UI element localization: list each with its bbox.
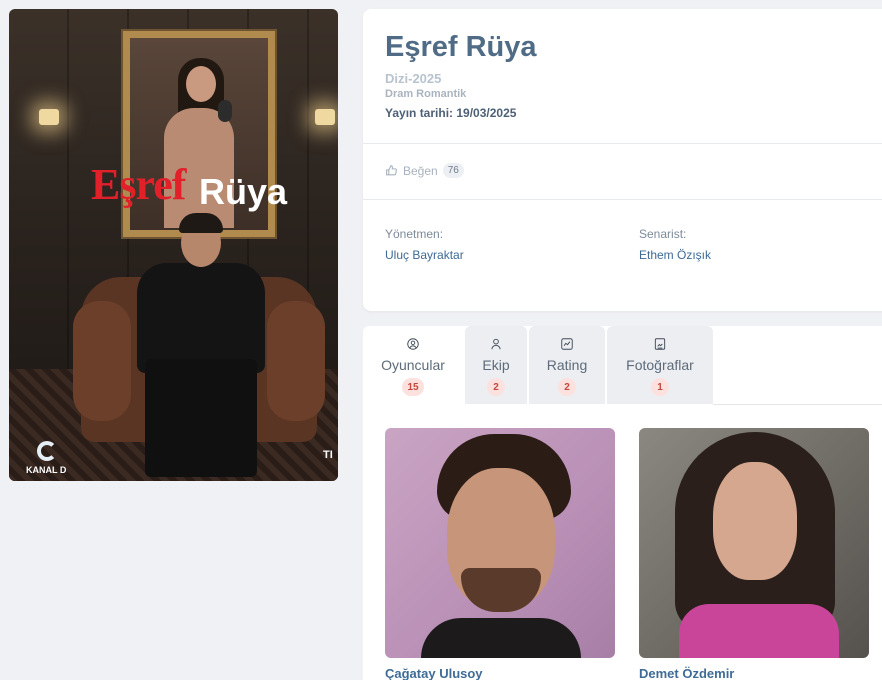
release-value: 19/03/2025 xyxy=(456,106,517,120)
thumbs-up-icon xyxy=(386,165,397,176)
cast-photo[interactable] xyxy=(385,428,615,658)
channel-name: KANAL D xyxy=(26,465,67,475)
tab-label: Rating xyxy=(546,357,588,373)
like-label: Beğen xyxy=(403,163,438,178)
director-link[interactable]: Uluç Bayraktar xyxy=(385,248,464,262)
page-title: Eşref Rüya xyxy=(385,31,537,63)
wall-lamp xyxy=(315,109,335,125)
tab-count-badge: 15 xyxy=(402,378,424,396)
tab-count-badge: 2 xyxy=(487,378,505,396)
writer-label: Senarist: xyxy=(639,227,687,241)
cast-panel: Oyuncular 15 Ekip 2 Rating 2 Fotoğraflar… xyxy=(363,326,882,680)
poster-image[interactable]: Eşref Rüya KANAL D TI xyxy=(9,9,338,481)
cast-name-link[interactable]: Demet Özdemir xyxy=(639,666,869,680)
like-count: 76 xyxy=(442,163,464,178)
tab-bar: Oyuncular 15 Ekip 2 Rating 2 Fotoğraflar… xyxy=(363,326,713,404)
wall-lamp xyxy=(39,109,59,125)
user-circle-icon xyxy=(407,338,419,350)
kanal-d-logo-icon xyxy=(29,441,67,467)
tab-label: Ekip xyxy=(482,357,510,373)
show-type-year: Dizi-2025 xyxy=(385,71,442,86)
user-icon xyxy=(491,338,501,350)
divider xyxy=(363,143,882,144)
divider xyxy=(363,199,882,200)
cast-name-link[interactable]: Çağatay Ulusoy xyxy=(385,666,615,680)
tab-fotograflar[interactable]: Fotoğraflar 1 xyxy=(607,326,713,404)
cast-photo[interactable] xyxy=(639,428,869,658)
poster-corner-text: TI xyxy=(323,449,333,461)
like-button[interactable]: Beğen 76 xyxy=(385,163,464,178)
show-info-card: Eşref Rüya Dizi-2025 Dram Romantik Yayın… xyxy=(363,9,882,311)
tab-count-badge: 1 xyxy=(651,378,669,396)
show-genres: Dram Romantik xyxy=(385,88,467,100)
image-icon xyxy=(654,338,666,350)
poster-title-white: Rüya xyxy=(199,171,288,212)
release-date: Yayın tarihi: 19/03/2025 xyxy=(385,106,516,120)
cast-card[interactable]: Demet Özdemir xyxy=(639,428,869,680)
tab-rating[interactable]: Rating 2 xyxy=(529,326,605,404)
tab-ekip[interactable]: Ekip 2 xyxy=(465,326,527,404)
tab-label: Fotoğraflar xyxy=(626,357,694,373)
writer-link[interactable]: Ethem Özışık xyxy=(639,248,711,262)
tab-count-badge: 2 xyxy=(558,378,576,396)
release-label: Yayın tarihi: xyxy=(385,106,454,120)
poster-title-red: Eşref xyxy=(91,160,186,209)
director-label: Yönetmen: xyxy=(385,227,444,241)
tab-label: Oyuncular xyxy=(381,357,445,373)
microphone-icon xyxy=(218,100,232,122)
tab-oyuncular[interactable]: Oyuncular 15 xyxy=(363,326,463,404)
tab-underline xyxy=(713,404,882,405)
chart-icon xyxy=(561,338,573,350)
cast-card[interactable]: Çağatay Ulusoy xyxy=(385,428,615,680)
